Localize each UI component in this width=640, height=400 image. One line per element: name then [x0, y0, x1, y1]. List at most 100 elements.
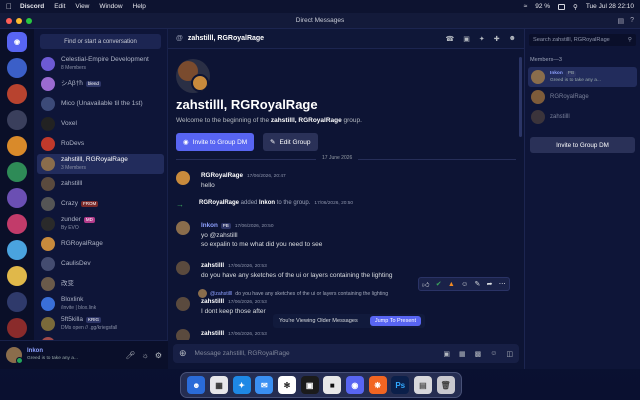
- server-icon[interactable]: [7, 58, 27, 78]
- menu-view[interactable]: View: [75, 3, 89, 10]
- edit-icon[interactable]: ✎: [474, 280, 480, 288]
- avatar[interactable]: [6, 347, 23, 364]
- video-icon[interactable]: ▣: [463, 35, 470, 43]
- edit-group-button[interactable]: ✎ Edit Group: [263, 133, 318, 151]
- avatar[interactable]: [176, 261, 190, 275]
- add-member-icon[interactable]: ✚: [494, 35, 500, 43]
- clock[interactable]: Tue Jul 28 22:10: [586, 3, 634, 10]
- dm-item[interactable]: シÅβ†ħ blend: [37, 74, 164, 94]
- member-item[interactable]: Inkon PB Greed is to take any a...: [528, 67, 637, 87]
- dm-item[interactable]: zunder MD By EVO: [37, 214, 164, 234]
- pin-icon[interactable]: ✦: [479, 35, 485, 43]
- dm-item[interactable]: CaulisDev: [37, 254, 164, 274]
- discord-home-icon[interactable]: ◉: [7, 32, 27, 52]
- more-icon[interactable]: ⋯: [499, 280, 506, 288]
- battery-icon[interactable]: [558, 3, 566, 10]
- add-reaction-icon[interactable]: ☺: [461, 281, 468, 288]
- message[interactable]: Inkon PB 17/06/2026, 20:50 yo @zahstilll so …: [176, 221, 322, 249]
- invite-to-group-button[interactable]: Invite to Group DM: [530, 137, 635, 153]
- member-item[interactable]: RGRoyalRage: [528, 87, 637, 107]
- dm-item[interactable]: Celestial-Empire Development 8 Members: [37, 54, 164, 74]
- check-icon[interactable]: ✔: [436, 280, 442, 288]
- finder-icon[interactable]: ☻: [187, 376, 206, 394]
- dm-item[interactable]: Bloxlink/invite | blox.link: [37, 294, 164, 314]
- minimize-window-button[interactable]: [16, 18, 22, 24]
- server-icon[interactable]: [7, 292, 27, 312]
- server-icon[interactable]: [7, 240, 27, 260]
- dm-item[interactable]: 5ft5killa KRIG DMs open // .gg/kriegsfall: [37, 314, 164, 334]
- dm-item[interactable]: Crazy FROM: [37, 194, 164, 214]
- microphone-icon[interactable]: 🎤︎: [125, 351, 135, 360]
- dm-item[interactable]: 改变: [37, 274, 164, 294]
- sticker-icon[interactable]: ▩: [475, 350, 482, 358]
- message-input[interactable]: ⊕ Message zahstilll, RGRoyalRage ▣ ▦ ▩ ☺…: [173, 344, 519, 363]
- safari-icon[interactable]: ✦: [232, 376, 251, 394]
- help-icon[interactable]: ?: [630, 17, 634, 25]
- server-icon[interactable]: [7, 162, 27, 182]
- photo-booth-icon[interactable]: ▣: [300, 376, 319, 394]
- discord-icon[interactable]: ◉: [345, 376, 364, 394]
- photoshop-icon[interactable]: Ps: [391, 376, 410, 394]
- server-icon[interactable]: [7, 84, 27, 104]
- emoji-icon[interactable]: ☺: [490, 350, 497, 358]
- zoom-window-button[interactable]: [26, 18, 32, 24]
- server-icon[interactable]: [7, 214, 27, 234]
- search-icon[interactable]: ⚲: [573, 3, 578, 11]
- dm-item[interactable]: RoDevs: [37, 134, 164, 154]
- headphones-icon[interactable]: ☼: [141, 351, 148, 360]
- find-conversation-button[interactable]: Find or start a conversation: [40, 34, 161, 49]
- dm-item[interactable]: RGRoyalRage: [37, 234, 164, 254]
- menu-help[interactable]: Help: [133, 3, 146, 10]
- server-icon[interactable]: [7, 136, 27, 156]
- mail-icon[interactable]: ✉: [255, 376, 274, 394]
- dm-sub: 3 Members: [61, 165, 87, 171]
- dm-item[interactable]: Voxel: [37, 114, 164, 134]
- thumbs-up-icon[interactable]: 👍︎: [422, 280, 429, 289]
- dm-item[interactable]: Mico (Unavailable til the 1st): [37, 94, 164, 114]
- inbox-icon[interactable]: ▤: [617, 17, 624, 25]
- wifi-icon[interactable]: ≈: [524, 3, 528, 10]
- apple-icon[interactable]: : [6, 2, 12, 11]
- dm-name: RoDevs: [61, 140, 85, 147]
- document-icon[interactable]: ▤: [413, 376, 432, 394]
- avatar[interactable]: [176, 297, 190, 311]
- call-icon[interactable]: ☎: [446, 35, 455, 43]
- avatar: [41, 277, 55, 291]
- chatgpt-icon[interactable]: ✻: [277, 376, 296, 394]
- gear-icon[interactable]: ⚙: [155, 351, 162, 360]
- avatar[interactable]: [176, 329, 190, 340]
- jump-to-present-button[interactable]: Jump To Present: [369, 316, 421, 326]
- dm-item[interactable]: zahstilll: [37, 174, 164, 194]
- menu-edit[interactable]: Edit: [54, 3, 65, 10]
- dm-item-active[interactable]: zahstilll, RGRoyalRage 3 Members: [37, 154, 164, 174]
- invite-to-group-button[interactable]: ◉ Invite to Group DM: [176, 133, 255, 151]
- close-window-button[interactable]: [6, 18, 12, 24]
- menu-app-name[interactable]: Discord: [20, 3, 44, 10]
- plus-icon[interactable]: ⊕: [179, 348, 187, 359]
- fire-icon[interactable]: ▲: [448, 281, 455, 288]
- launchpad-icon[interactable]: ▦: [209, 376, 228, 394]
- trash-icon[interactable]: 🗑︎: [436, 376, 455, 394]
- scrollbar[interactable]: [519, 57, 522, 137]
- menu-window[interactable]: Window: [99, 3, 122, 10]
- server-icon[interactable]: [7, 110, 27, 130]
- forward-icon[interactable]: ➦: [487, 280, 493, 288]
- message[interactable]: zahstilll 17/06/2026, 20:53 I dont keep th…: [176, 297, 267, 316]
- avatar[interactable]: [176, 221, 190, 235]
- message[interactable]: zahstilll 17/06/2026, 20:53: [176, 329, 267, 340]
- server-icon[interactable]: [7, 318, 27, 338]
- avatar[interactable]: [176, 171, 190, 185]
- message[interactable]: RGRoyalRage 17/06/2026, 20:47 hello: [176, 171, 286, 190]
- server-icon[interactable]: [7, 188, 27, 208]
- member-item[interactable]: zahstilll: [528, 107, 637, 127]
- message[interactable]: zahstilll 17/06/2026, 20:53 do you have an…: [176, 261, 393, 280]
- gift-icon[interactable]: ▣: [443, 350, 450, 358]
- apps-icon[interactable]: ◫: [506, 350, 513, 358]
- roblox-icon[interactable]: ■: [323, 376, 342, 394]
- app-icon[interactable]: ❋: [368, 376, 387, 394]
- gif-icon[interactable]: ▦: [459, 350, 466, 358]
- profile-icon[interactable]: ☻: [509, 35, 516, 43]
- member-search-input[interactable]: Search zahstilll, RGRoyalRage ⚲: [529, 34, 636, 46]
- server-icon[interactable]: [7, 266, 27, 286]
- message-area: zahstilll, RGRoyalRage Welcome to the be…: [168, 49, 524, 340]
